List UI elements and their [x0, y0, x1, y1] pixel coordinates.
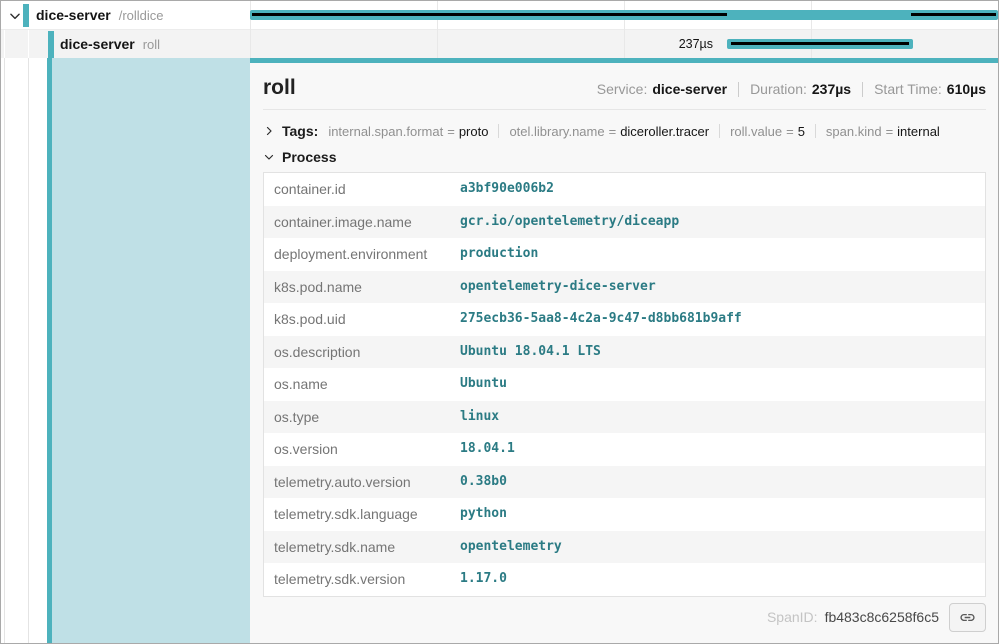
table-row: os.version18.04.1 — [264, 433, 986, 466]
tag-item: internal.span.format=proto — [328, 124, 488, 139]
span-name: dice-server/rolldice — [36, 2, 164, 29]
chevron-right-icon — [263, 125, 275, 137]
service-name: dice-server — [60, 36, 135, 52]
overview-start-time: Start Time: 610µs — [874, 81, 986, 97]
critical-path-segment — [731, 42, 909, 45]
table-row: telemetry.sdk.version1.17.0 — [264, 563, 986, 596]
link-icon — [959, 609, 976, 626]
operation-name: roll — [143, 37, 160, 52]
vertical-divider — [498, 124, 499, 138]
critical-path-segment — [252, 13, 727, 16]
chevron-down-icon — [263, 151, 275, 163]
detail-row-gutter — [1, 58, 250, 644]
overview-duration: Duration: 237µs — [750, 81, 851, 97]
spanid-value: fb483c8c6258f6c5 — [825, 609, 939, 625]
table-row: k8s.pod.uid275ecb36-5aa8-4c2a-9c47-d8bb6… — [264, 303, 986, 336]
span-color-accent — [48, 31, 54, 58]
service-name: dice-server — [36, 7, 111, 23]
tree-indent-guide — [4, 30, 5, 58]
vertical-divider — [719, 124, 720, 138]
table-row: telemetry.sdk.nameopentelemetry — [264, 531, 986, 564]
process-attributes-table: container.ida3bf90e006b2 container.image… — [263, 172, 986, 597]
span-bar[interactable] — [727, 39, 913, 49]
tag-item: span.kind=internal — [826, 124, 940, 139]
span-detail-header: roll Service: dice-server Duration: 237µ… — [263, 76, 986, 100]
table-row: telemetry.auto.version0.38b0 — [264, 466, 986, 499]
table-row: os.typelinux — [264, 401, 986, 434]
process-label: Process — [282, 149, 336, 165]
chevron-down-icon[interactable] — [8, 9, 22, 23]
process-accordion-header[interactable]: Process — [263, 145, 986, 169]
copy-span-link-button[interactable] — [949, 603, 986, 632]
span-name: dice-server roll — [60, 30, 160, 58]
span-bar[interactable] — [250, 10, 998, 20]
spanid-label: SpanID: — [767, 609, 818, 625]
tree-indent-guide — [28, 58, 29, 644]
tag-item: otel.library.name=diceroller.tracer — [509, 124, 709, 139]
table-row: telemetry.sdk.languagepython — [264, 498, 986, 531]
span-duration-label: 237µs — [572, 30, 713, 58]
span-row-roll-selected[interactable]: dice-server roll 237µs — [1, 30, 998, 58]
tags-summary: internal.span.format=proto otel.library.… — [328, 124, 940, 139]
table-row: container.ida3bf90e006b2 — [264, 173, 986, 206]
jaeger-trace-detail-view: dice-server/rolldice dice-server roll 237… — [0, 0, 999, 644]
span-detail-footer: SpanID: fb483c8c6258f6c5 — [263, 603, 986, 632]
tree-indent-guide — [28, 30, 29, 58]
span-color-accent — [23, 4, 29, 27]
span-overview: Service: dice-server Duration: 237µs Sta… — [597, 81, 986, 97]
vertical-divider — [862, 82, 863, 97]
span-detail-panel: roll Service: dice-server Duration: 237µ… — [250, 58, 999, 644]
table-row: os.descriptionUbuntu 18.04.1 LTS — [264, 336, 986, 369]
tag-item: roll.value=5 — [730, 124, 805, 139]
vertical-divider — [815, 124, 816, 138]
operation-name: /rolldice — [119, 8, 164, 23]
table-row: container.image.namegcr.io/opentelemetry… — [264, 206, 986, 239]
table-row: k8s.pod.nameopentelemetry-dice-server — [264, 271, 986, 304]
span-title: roll — [263, 76, 296, 100]
tree-indent-guide — [4, 58, 5, 644]
header-divider — [263, 109, 986, 110]
selected-span-highlight — [47, 58, 250, 644]
trace-timeline: dice-server/rolldice dice-server roll 237… — [1, 1, 998, 58]
critical-path-segment — [911, 13, 996, 16]
span-row-rolldice[interactable]: dice-server/rolldice — [1, 2, 998, 30]
tags-accordion-header[interactable]: Tags: internal.span.format=proto otel.li… — [263, 119, 986, 143]
table-row: os.nameUbuntu — [264, 368, 986, 401]
overview-service: Service: dice-server — [597, 81, 727, 97]
table-row: deployment.environmentproduction — [264, 238, 986, 271]
vertical-divider — [738, 82, 739, 97]
tags-label: Tags: — [282, 123, 318, 139]
